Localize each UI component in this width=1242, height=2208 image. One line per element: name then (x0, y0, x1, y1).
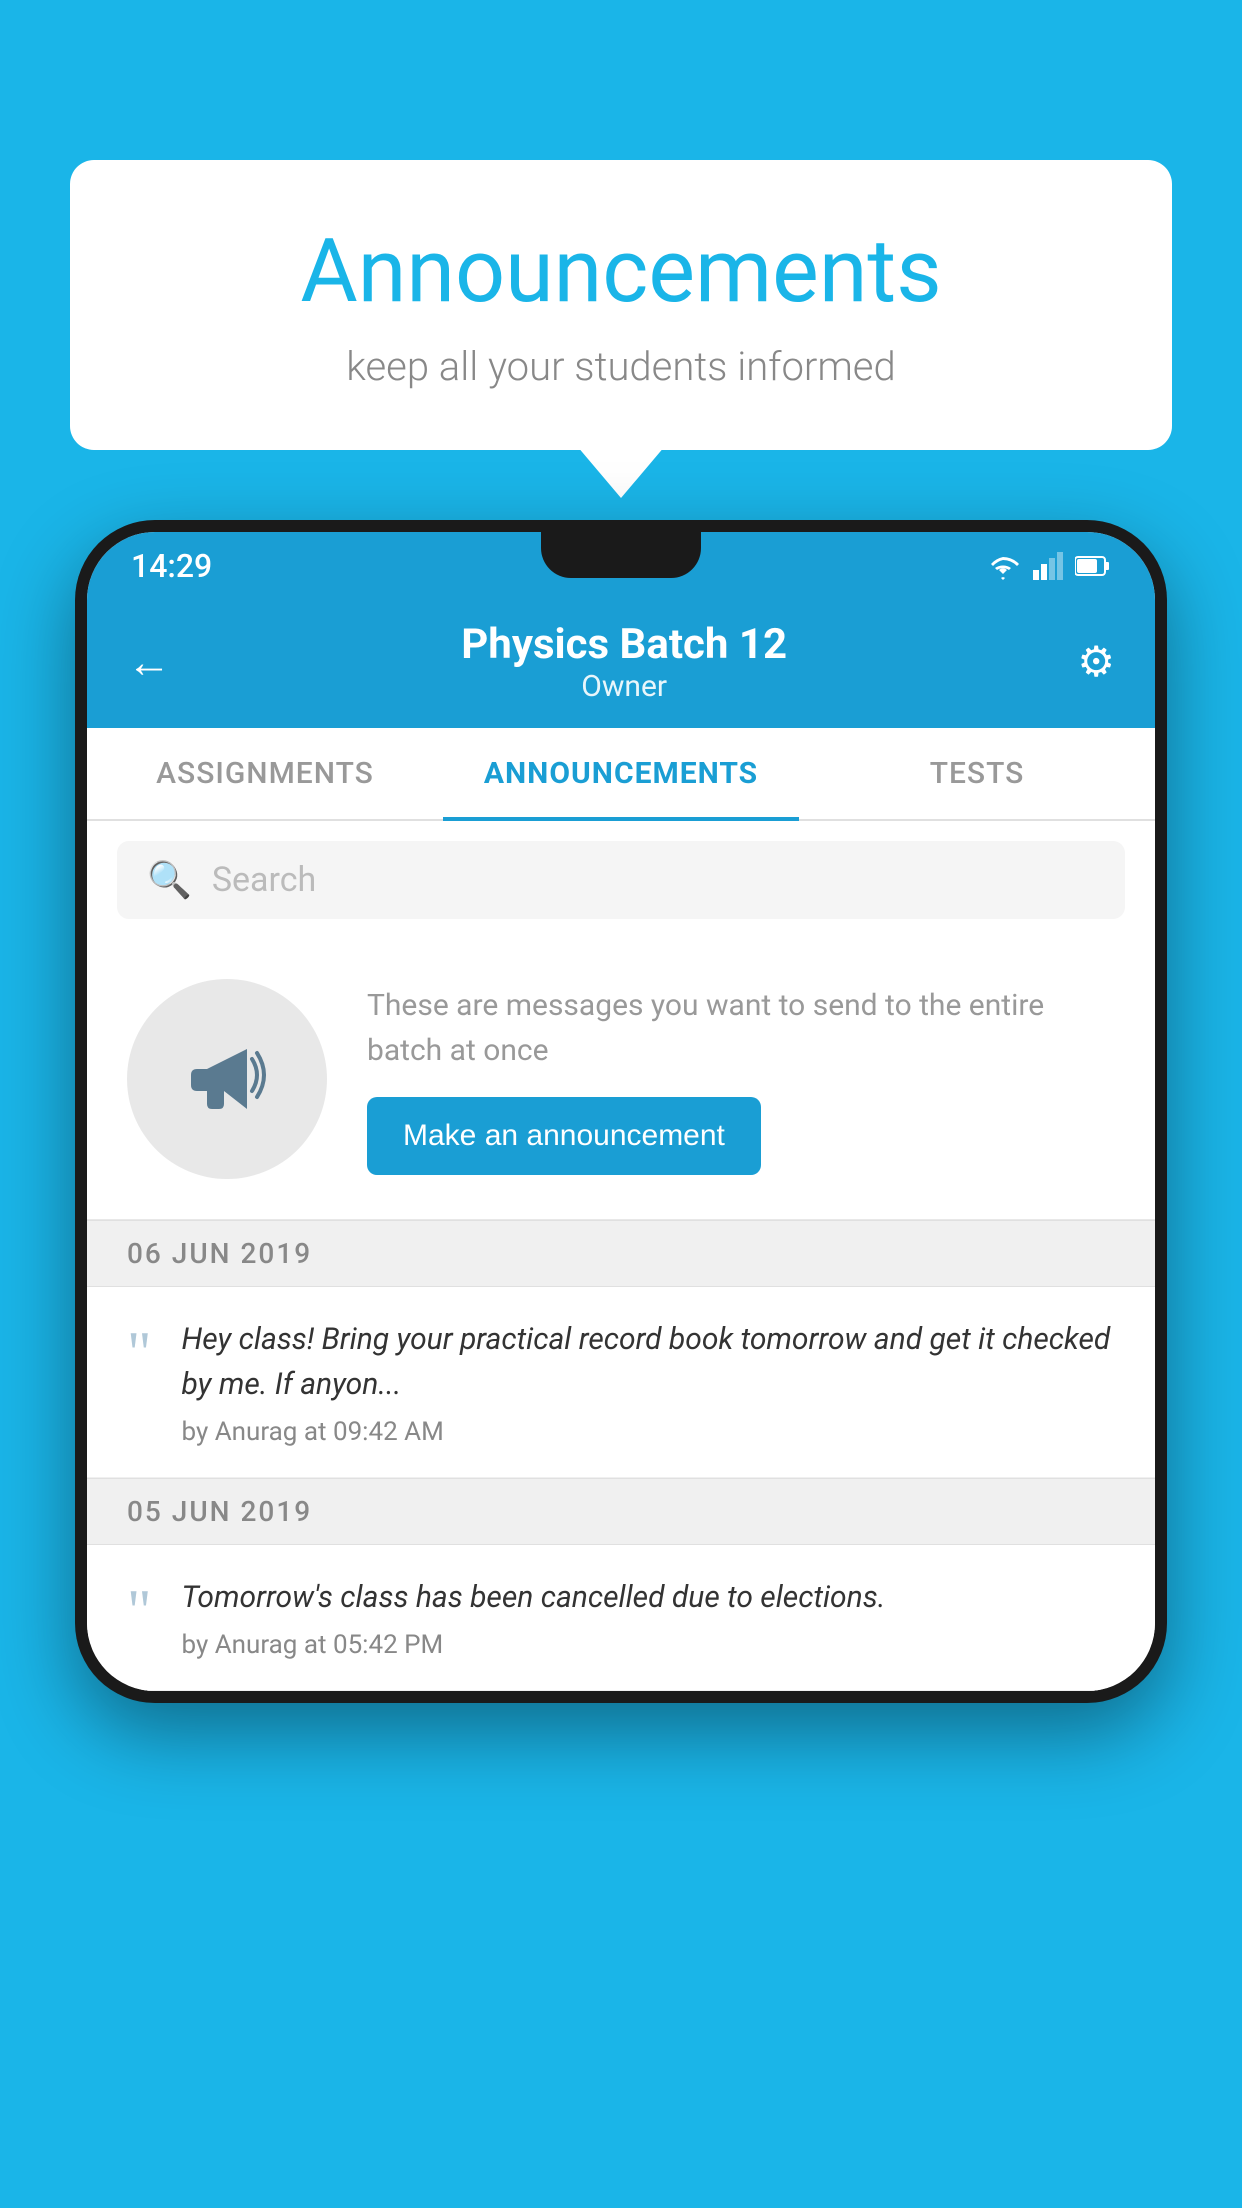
status-icons (985, 552, 1111, 580)
announcement-item-2[interactable]: " Tomorrow's class has been cancelled du… (87, 1545, 1155, 1691)
back-button[interactable]: ← (127, 636, 171, 688)
batch-title: Physics Batch 12 (461, 620, 787, 669)
announcement-author-1: by Anurag at 09:42 AM (182, 1417, 1116, 1447)
make-announcement-button[interactable]: Make an announcement (367, 1097, 761, 1175)
tab-announcements[interactable]: ANNOUNCEMENTS (443, 728, 799, 819)
search-icon: 🔍 (147, 859, 192, 901)
date-separator-2: 05 JUN 2019 (87, 1478, 1155, 1545)
tab-tests[interactable]: TESTS (799, 728, 1155, 819)
search-bar[interactable]: 🔍 Search (117, 841, 1125, 919)
announcement-author-2: by Anurag at 05:42 PM (182, 1630, 1116, 1660)
announcement-content-2: Tomorrow's class has been cancelled due … (182, 1575, 1116, 1660)
promo-description: These are messages you want to send to t… (367, 983, 1115, 1073)
date-separator-1: 06 JUN 2019 (87, 1220, 1155, 1287)
app-header: ← Physics Batch 12 Owner ⚙ (87, 600, 1155, 728)
status-time: 14:29 (131, 547, 212, 585)
announcement-icon-circle (127, 979, 327, 1179)
tab-bar: ASSIGNMENTS ANNOUNCEMENTS TESTS (87, 728, 1155, 821)
announcement-item-1[interactable]: " Hey class! Bring your practical record… (87, 1287, 1155, 1478)
search-container: 🔍 Search (87, 821, 1155, 939)
quote-icon-2: " (127, 1581, 152, 1641)
tab-assignments[interactable]: ASSIGNMENTS (87, 728, 443, 819)
battery-icon (1075, 554, 1111, 578)
quote-icon-1: " (127, 1323, 152, 1383)
signal-icon (1033, 552, 1063, 580)
batch-subtitle: Owner (461, 669, 787, 704)
speech-bubble-title: Announcements (130, 220, 1112, 323)
promo-area: These are messages you want to send to t… (87, 939, 1155, 1220)
wifi-icon (985, 552, 1021, 580)
search-placeholder: Search (212, 860, 316, 900)
phone-mockup: 14:29 (75, 520, 1167, 2208)
settings-button[interactable]: ⚙ (1077, 637, 1115, 687)
promo-right: These are messages you want to send to t… (367, 983, 1115, 1175)
speech-bubble-card: Announcements keep all your students inf… (70, 160, 1172, 450)
announcement-content-1: Hey class! Bring your practical record b… (182, 1317, 1116, 1447)
speech-bubble-subtitle: keep all your students informed (130, 343, 1112, 390)
announcement-text-2: Tomorrow's class has been cancelled due … (182, 1575, 1116, 1620)
announcement-text-1: Hey class! Bring your practical record b… (182, 1317, 1116, 1407)
phone-outer: 14:29 (75, 520, 1167, 1703)
phone-inner: 14:29 (87, 532, 1155, 1691)
header-center: Physics Batch 12 Owner (461, 620, 787, 704)
megaphone-icon (177, 1029, 277, 1129)
status-bar: 14:29 (87, 532, 1155, 600)
notch (541, 532, 701, 578)
